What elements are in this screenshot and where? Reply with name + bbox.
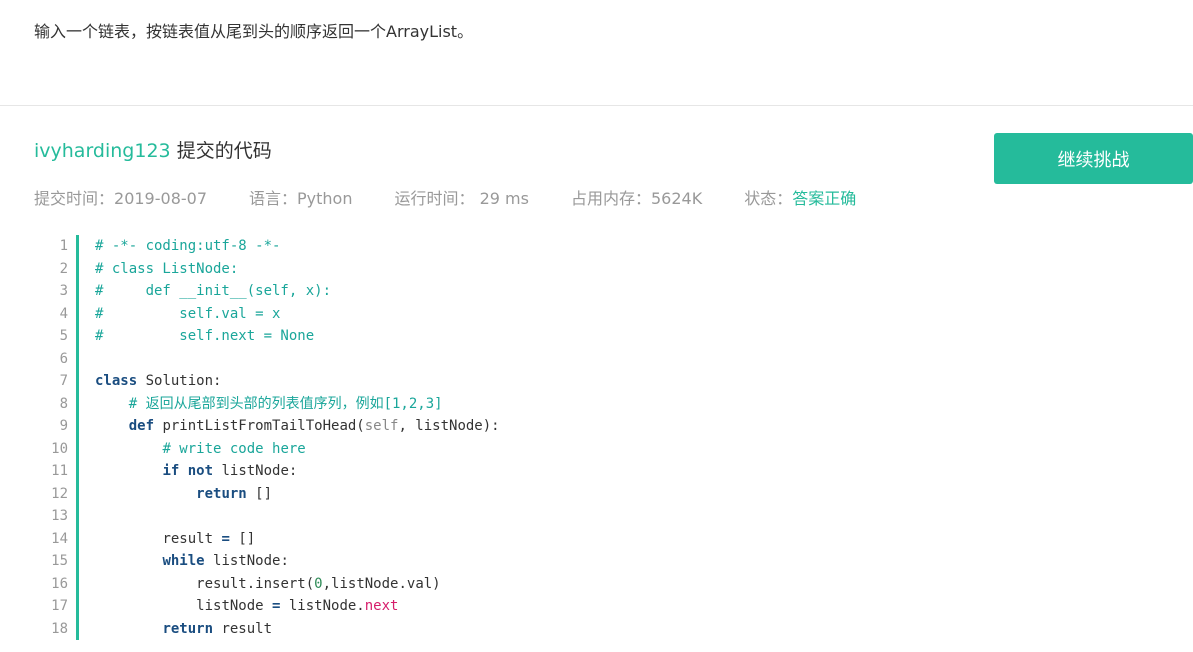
code-line: 8 # 返回从尾部到头部的列表值序列，例如[1,2,3] bbox=[40, 392, 500, 415]
code-line: 3 # def __init__(self, x): bbox=[40, 280, 500, 303]
line-number: 11 bbox=[51, 463, 68, 479]
submission-title-suffix: 提交的代码 bbox=[176, 140, 272, 162]
code-line: 10 # write code here bbox=[40, 437, 500, 460]
line-number: 14 bbox=[51, 530, 68, 547]
code-line: 13 bbox=[40, 505, 500, 528]
memory-usage: 占用内存：5624K bbox=[570, 189, 703, 208]
code-line: 5 # self.next = None bbox=[40, 325, 500, 348]
code-line: 14 result = [] bbox=[40, 527, 500, 550]
line-number: 18 bbox=[51, 620, 68, 637]
status: 状态：答案正确 bbox=[744, 189, 857, 208]
code-line: 6 bbox=[40, 347, 500, 370]
problem-description: 输入一个链表，按链表值从尾到头的顺序返回一个ArrayList。 bbox=[34, 22, 474, 41]
divider bbox=[0, 105, 1193, 106]
code-line: 2 # class ListNode: bbox=[40, 257, 500, 280]
submit-time: 提交时间：2019-08-07 bbox=[34, 189, 207, 208]
status-value: 答案正确 bbox=[792, 189, 857, 208]
line-number: 8 bbox=[59, 395, 68, 412]
line-number: 6 bbox=[59, 350, 68, 367]
code-block: 1 # -*- coding:utf-8 -*- 2 # class ListNod… bbox=[40, 235, 500, 640]
line-number: 13 bbox=[51, 508, 68, 524]
language: 语言：Python bbox=[249, 189, 353, 208]
line-number: 5 bbox=[59, 328, 68, 344]
code-line: 15 while listNode: bbox=[40, 550, 500, 573]
line-number: 2 bbox=[59, 260, 68, 277]
code-line: 4 # self.val = x bbox=[40, 302, 500, 325]
submitter-username-link[interactable]: ivyharding123 bbox=[34, 140, 171, 162]
line-number: 4 bbox=[59, 305, 68, 322]
code-line: 17 listNode = listNode.next bbox=[40, 595, 500, 618]
submission-meta: 提交时间：2019-08-07 语言：Python 运行时间： 29 ms 占用… bbox=[34, 185, 898, 209]
line-number: 7 bbox=[59, 373, 68, 389]
submission-title: ivyharding123 提交的代码 bbox=[34, 136, 272, 163]
code-line: 18 return result bbox=[40, 617, 500, 640]
code-line: 9 def printListFromTailToHead(self, list… bbox=[40, 415, 500, 438]
line-number: 12 bbox=[51, 485, 68, 502]
line-number: 9 bbox=[59, 418, 68, 434]
line-number: 3 bbox=[59, 283, 68, 299]
code-line: 16 result.insert(0,listNode.val) bbox=[40, 572, 500, 595]
code-line: 7 class Solution: bbox=[40, 370, 500, 393]
code-line: 11 if not listNode: bbox=[40, 460, 500, 483]
code-line: 1 # -*- coding:utf-8 -*- bbox=[40, 235, 500, 258]
line-number: 1 bbox=[59, 238, 68, 254]
line-number: 10 bbox=[51, 440, 68, 457]
continue-challenge-button[interactable]: 继续挑战 bbox=[994, 133, 1193, 184]
line-number: 15 bbox=[51, 553, 68, 569]
code-line: 12 return [] bbox=[40, 482, 500, 505]
run-time: 运行时间： 29 ms bbox=[394, 189, 529, 208]
line-number: 16 bbox=[51, 575, 68, 592]
line-number: 17 bbox=[51, 598, 68, 614]
